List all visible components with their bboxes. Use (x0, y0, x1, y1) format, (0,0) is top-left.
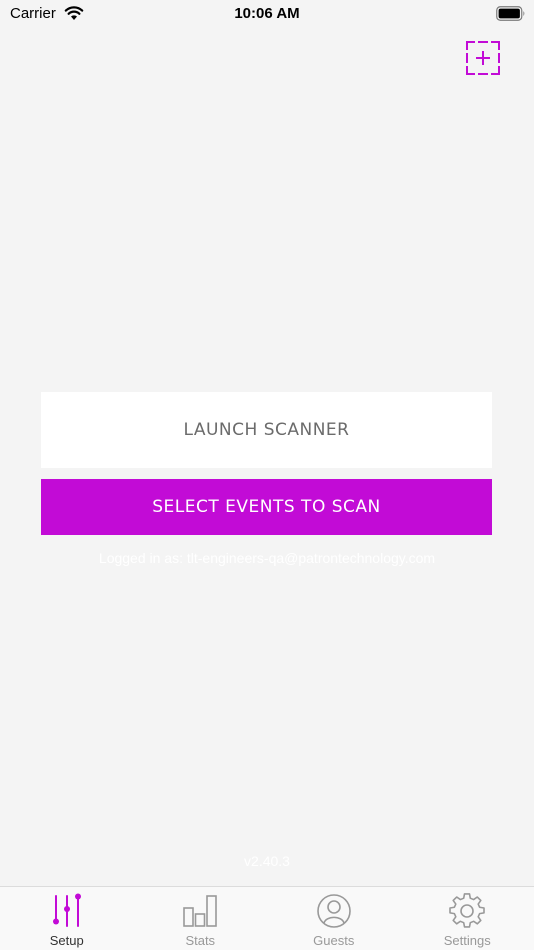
gear-icon (449, 893, 486, 928)
tab-label: Settings (443, 933, 491, 948)
tab-label: Setup (49, 933, 84, 948)
tab-label: Stats (185, 933, 216, 948)
battery-icon (496, 6, 525, 21)
tab-setup[interactable]: Setup (0, 887, 134, 950)
tab-guests[interactable]: Guests (267, 887, 401, 950)
sliders-icon (52, 893, 81, 927)
launch-scanner-button[interactable]: LAUNCH SCANNER (41, 392, 492, 468)
bar-chart-icon (183, 895, 218, 927)
tab-bar: Setup Stats Guests Settings (0, 886, 534, 950)
add-scan-icon[interactable] (466, 41, 500, 75)
version-label: v2.40.3 (244, 853, 290, 869)
select-events-button[interactable]: SELECT EVENTS TO SCAN (41, 479, 492, 535)
user-circle-icon (316, 894, 351, 928)
status-bar: Carrier 10:06 AM (0, 0, 534, 30)
logged-in-label: Logged in as: tlt-engineers-qa@patrontec… (98, 550, 436, 566)
tab-stats[interactable]: Stats (134, 887, 268, 950)
tab-settings[interactable]: Settings (401, 887, 534, 950)
tab-label: Guests (313, 933, 355, 948)
status-time: 10:06 AM (234, 5, 300, 22)
